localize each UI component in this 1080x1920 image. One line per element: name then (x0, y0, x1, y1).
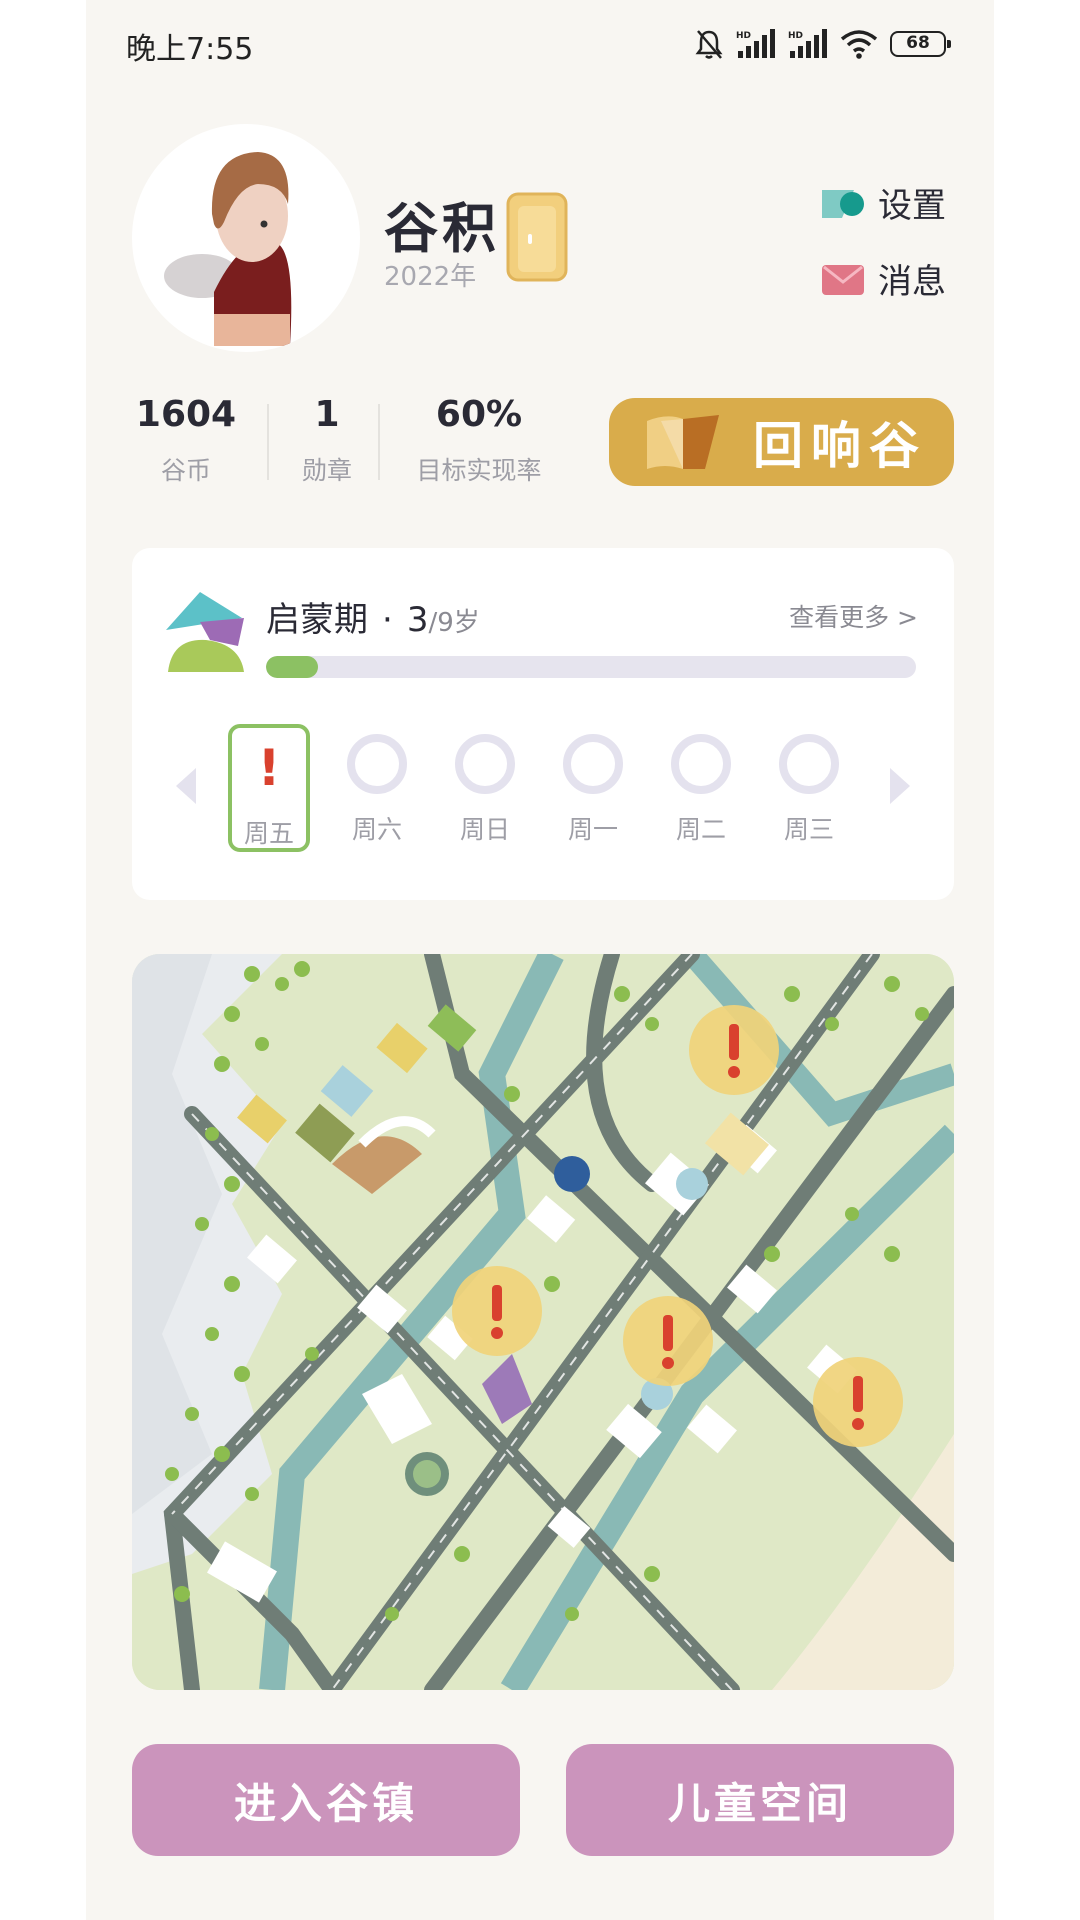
stage-card: 启蒙期 · 3/9岁 查看更多 > ! 周五 周六 周日 周一 周二 周三 (132, 548, 954, 900)
alert-marker-icon[interactable] (452, 1266, 542, 1356)
alert-marker-icon[interactable] (689, 1005, 779, 1095)
day-item-wed[interactable]: 周三 (768, 724, 850, 852)
signal-icon: HD (788, 29, 827, 58)
stat-label: 目标实现率 (416, 456, 542, 485)
svg-text:HD: HD (736, 31, 751, 41)
stat-coins[interactable]: 1604 谷币 (130, 394, 242, 487)
day-label: 周五 (243, 819, 294, 848)
settings-link[interactable]: 设置 (820, 178, 946, 227)
town-map-illustration (132, 954, 954, 1690)
day-item-mon[interactable]: 周一 (552, 724, 634, 852)
town-map[interactable] (132, 954, 954, 1690)
svg-text:HD: HD (788, 31, 803, 41)
day-label: 周二 (675, 815, 726, 844)
day-item-sun[interactable]: 周日 (444, 724, 526, 852)
avatar-illustration (164, 152, 292, 346)
stat-label: 谷币 (160, 456, 211, 485)
divider (378, 404, 380, 480)
day-strip: ! 周五 周六 周日 周一 周二 周三 (228, 724, 878, 854)
stage-progress-fill (266, 656, 318, 678)
wifi-icon (840, 30, 878, 59)
echo-valley-button[interactable]: 回响谷 (609, 398, 954, 486)
stage-separator: · (382, 600, 393, 640)
chevron-right-icon[interactable] (888, 766, 912, 806)
muted-bell-icon (695, 30, 723, 59)
alert-marker-icon[interactable] (623, 1296, 713, 1386)
messages-label: 消息 (878, 262, 946, 302)
stat-goal-rate[interactable]: 60% 目标实现率 (404, 394, 554, 487)
day-label: 周日 (459, 815, 510, 844)
settings-icon (822, 189, 864, 218)
battery-level: 68 (906, 33, 930, 53)
kids-space-button[interactable]: 儿童空间 (566, 1744, 954, 1856)
stat-value: 1604 (135, 394, 237, 435)
profile-name: 谷积 (384, 197, 500, 260)
messages-link[interactable]: 消息 (820, 254, 946, 303)
echo-valley-label: 回响谷 (753, 417, 927, 475)
stat-value: 1 (314, 394, 340, 435)
stage-title: 启蒙期 · 3/9岁 (266, 592, 480, 641)
day-item-sat[interactable]: 周六 (336, 724, 418, 852)
stage-progress-bar (266, 656, 916, 678)
door-icon[interactable] (506, 192, 568, 286)
day-item-tue[interactable]: 周二 (660, 724, 742, 852)
alert-marker-icon: ! (239, 738, 299, 798)
day-label: 周三 (783, 815, 834, 844)
status-icons: HD HD 68 (694, 24, 951, 64)
profile-year: 2022年 (384, 262, 477, 292)
stage-name: 启蒙期 (266, 600, 368, 640)
battery-icon: 68 (890, 31, 951, 57)
stat-label: 勋章 (301, 456, 352, 485)
avatar[interactable] (132, 124, 360, 352)
day-status-ring (347, 734, 407, 794)
app-screen: 晚上7:55 HD HD 68 谷积 2022年 设置 消息 1604 谷币 1… (86, 0, 994, 1920)
stat-value: 60% (435, 394, 523, 435)
day-item-fri[interactable]: ! 周五 (228, 724, 310, 852)
day-status-ring (671, 734, 731, 794)
day-status-ring (563, 734, 623, 794)
status-time: 晚上7:55 (126, 32, 254, 67)
day-status-ring (455, 734, 515, 794)
day-status-ring (779, 734, 839, 794)
alert-mark: ! (257, 739, 281, 797)
day-label: 周一 (567, 815, 618, 844)
message-icon (822, 264, 864, 295)
alert-marker-icon[interactable] (813, 1357, 903, 1447)
divider (267, 404, 269, 480)
stage-age-total: /9岁 (428, 608, 480, 638)
see-more-link[interactable]: 查看更多 > (789, 598, 918, 634)
enter-town-button[interactable]: 进入谷镇 (132, 1744, 520, 1856)
stage-age: 3 (406, 600, 429, 640)
day-label: 周六 (351, 815, 402, 844)
chevron-left-icon[interactable] (174, 766, 198, 806)
echo-icon (647, 415, 719, 469)
stage-logo-icon (166, 592, 244, 672)
status-bar: 晚上7:55 HD HD 68 (86, 0, 994, 88)
stat-medals[interactable]: 1 勋章 (282, 394, 372, 487)
settings-label: 设置 (878, 186, 946, 226)
signal-icon: HD (736, 29, 775, 58)
